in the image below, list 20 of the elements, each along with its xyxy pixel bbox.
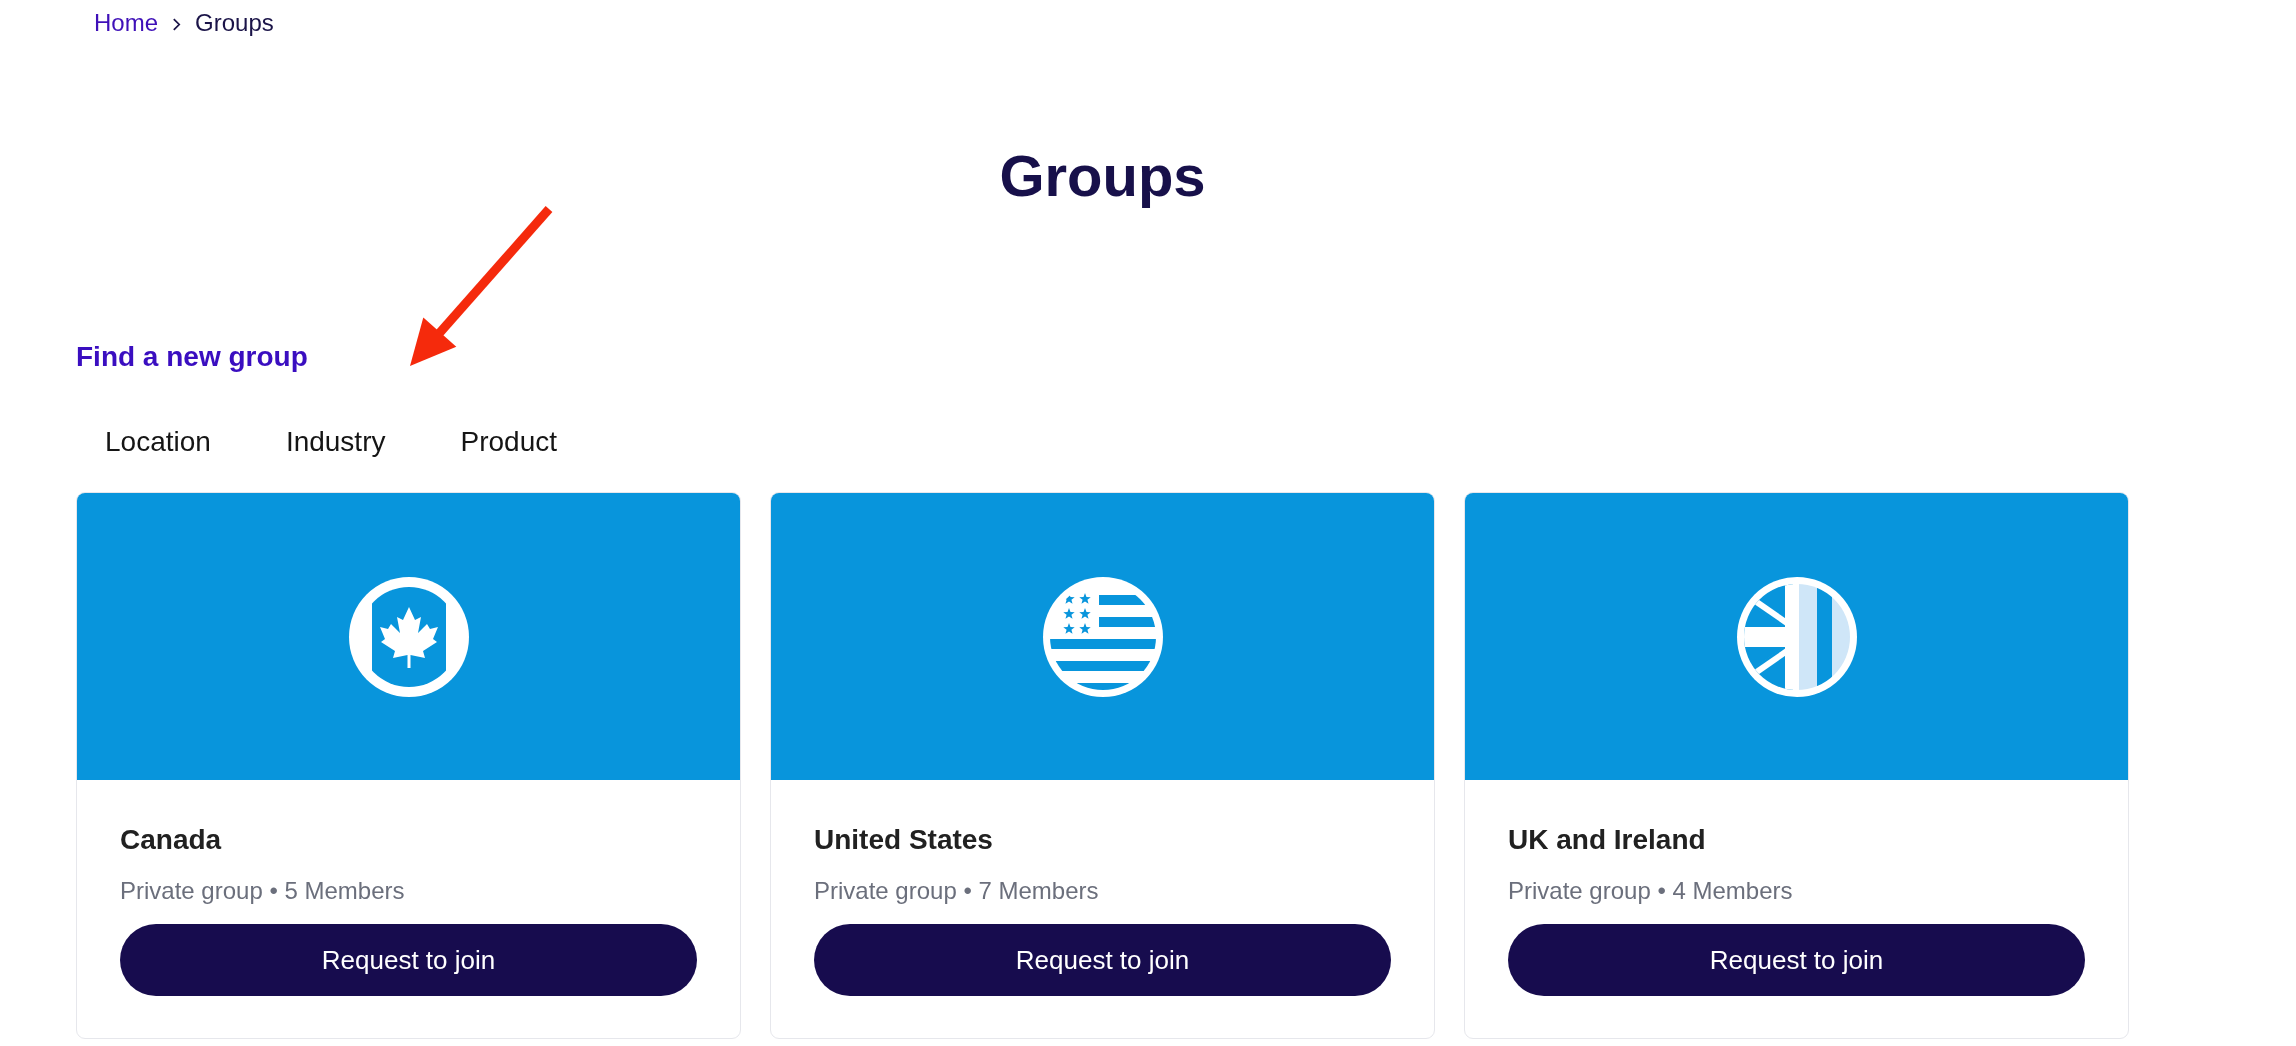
breadcrumb-link[interactable]: Home — [94, 9, 159, 37]
page-title: Groups — [999, 142, 1206, 210]
join-button[interactable]: Request to join — [814, 924, 1391, 996]
chevron-right-icon — [172, 18, 182, 31]
breadcrumb-current: Groups — [195, 9, 274, 37]
group-name: United States — [814, 823, 993, 857]
group-name: UK and Ireland — [1508, 823, 1706, 857]
group-name: Canada — [120, 823, 222, 857]
join-button[interactable]: Request to join — [120, 924, 697, 996]
maple-leaf-flag-icon — [348, 576, 469, 697]
filter-tab[interactable]: Industry — [256, 413, 415, 471]
group-meta: Private group • 5 Members — [120, 876, 405, 906]
stars-stripes-flag-icon — [1042, 576, 1163, 697]
union-jack-flag-icon — [1736, 576, 1857, 697]
filter-tab[interactable]: Location — [76, 413, 240, 471]
filter-tab[interactable]: Product — [431, 413, 586, 471]
group-meta: Private group • 4 Members — [1508, 876, 1793, 906]
group-meta: Private group • 7 Members — [814, 876, 1099, 906]
section-heading: Find a new group — [76, 340, 308, 374]
join-button[interactable]: Request to join — [1508, 924, 2085, 996]
